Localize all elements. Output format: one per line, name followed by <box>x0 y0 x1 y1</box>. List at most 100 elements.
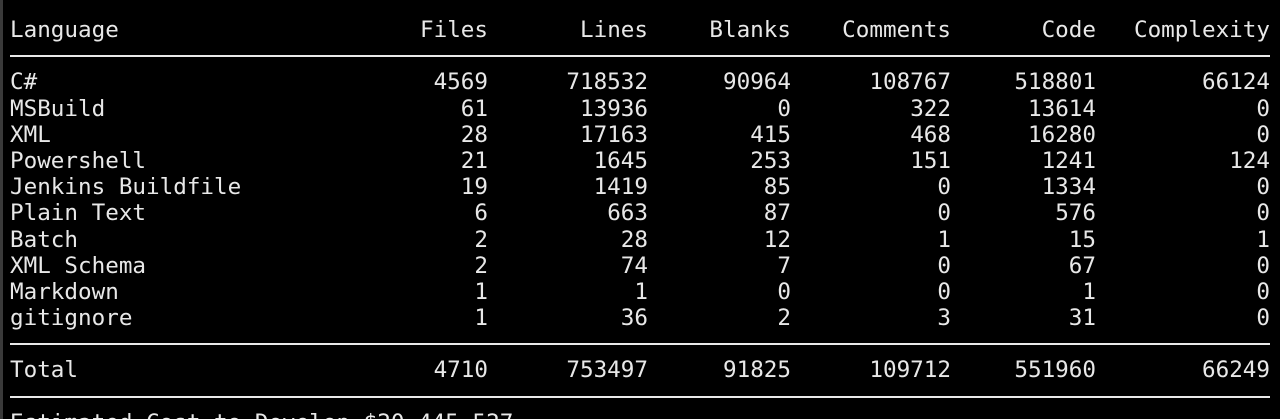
cell-language: C# <box>10 69 38 96</box>
cell-language: Plain Text <box>10 200 147 227</box>
cell-language: Markdown <box>10 278 119 305</box>
cell-language: Powershell <box>10 147 147 174</box>
cell-complexity: 0 <box>1256 95 1270 122</box>
cell-lines: 1 <box>634 278 648 305</box>
cell-language: gitignore <box>10 305 133 332</box>
total-complexity: 66249 <box>1201 357 1270 384</box>
cell-files: 2 <box>474 252 488 279</box>
table-row: XML Schema 2 74 7 0 67 0 <box>10 253 1270 279</box>
total-blanks: 91825 <box>722 357 791 384</box>
cell-files: 4569 <box>433 69 488 96</box>
table-header-row: Language Files Lines Blanks Comments Cod… <box>10 17 1270 43</box>
cell-blanks: 2 <box>777 305 791 332</box>
total-files: 4710 <box>433 357 488 384</box>
cell-lines: 28 <box>620 226 648 253</box>
cell-code: 16280 <box>1027 121 1096 148</box>
table-row: Plain Text 6 663 87 0 576 0 <box>10 200 1270 226</box>
cell-language: Jenkins Buildfile <box>10 174 242 201</box>
cell-complexity: 66124 <box>1201 69 1270 96</box>
cell-code: 576 <box>1055 200 1096 227</box>
table-row: Batch 2 28 12 1 15 1 <box>10 227 1270 253</box>
header-code: Code <box>1041 17 1096 43</box>
cell-comments: 151 <box>910 147 951 174</box>
cell-blanks: 7 <box>777 252 791 279</box>
table-row: Markdown 1 1 0 0 1 0 <box>10 279 1270 305</box>
cell-blanks: 12 <box>763 226 791 253</box>
cell-code: 1 <box>1082 278 1096 305</box>
cell-comments: 1 <box>937 226 951 253</box>
cell-blanks: 87 <box>763 200 791 227</box>
cell-lines: 17163 <box>579 121 648 148</box>
table-row: gitignore 1 36 2 3 31 0 <box>10 305 1270 331</box>
cell-blanks: 85 <box>763 174 791 201</box>
total-label: Total <box>10 357 79 384</box>
cell-language: XML <box>10 121 51 148</box>
cell-comments: 108767 <box>869 69 951 96</box>
cell-files: 1 <box>474 305 488 332</box>
cell-complexity: 124 <box>1229 147 1270 174</box>
header-files: Files <box>419 17 488 43</box>
header-language: Language <box>10 17 119 43</box>
cell-files: 19 <box>460 174 488 201</box>
cell-code: 15 <box>1068 226 1096 253</box>
table-row: Jenkins Buildfile 19 1419 85 0 1334 0 <box>10 174 1270 200</box>
cell-comments: 468 <box>910 121 951 148</box>
cell-complexity: 0 <box>1256 174 1270 201</box>
cell-blanks: 253 <box>750 147 791 174</box>
cell-blanks: 90964 <box>722 69 791 96</box>
cell-files: 2 <box>474 226 488 253</box>
total-comments: 109712 <box>869 357 951 384</box>
cell-files: 21 <box>460 147 488 174</box>
cell-complexity: 0 <box>1256 305 1270 332</box>
separator-line <box>10 384 1270 410</box>
total-code: 551960 <box>1014 357 1096 384</box>
cell-blanks: 415 <box>750 121 791 148</box>
total-row: Total 4710 753497 91825 109712 551960 66… <box>10 357 1270 383</box>
cell-files: 28 <box>460 121 488 148</box>
header-lines: Lines <box>579 17 648 43</box>
cell-files: 6 <box>474 200 488 227</box>
cell-files: 1 <box>474 278 488 305</box>
cell-complexity: 0 <box>1256 278 1270 305</box>
cell-language: MSBuild <box>10 95 106 122</box>
cell-code: 518801 <box>1014 69 1096 96</box>
table-row: XML 28 17163 415 468 16280 0 <box>10 122 1270 148</box>
cell-language: XML Schema <box>10 252 147 279</box>
header-comments: Comments <box>842 17 951 43</box>
cell-lines: 1419 <box>593 174 648 201</box>
table-row: MSBuild 61 13936 0 322 13614 0 <box>10 96 1270 122</box>
cell-lines: 718532 <box>566 69 648 96</box>
cell-code: 1334 <box>1041 174 1096 201</box>
cell-blanks: 0 <box>777 278 791 305</box>
cell-lines: 74 <box>620 252 648 279</box>
cell-complexity: 0 <box>1256 200 1270 227</box>
table-row: C# 4569 718532 90964 108767 518801 66124 <box>10 69 1270 95</box>
cell-complexity: 0 <box>1256 121 1270 148</box>
cell-comments: 0 <box>937 252 951 279</box>
separator-line <box>10 43 1270 69</box>
cell-complexity: 0 <box>1256 252 1270 279</box>
cell-comments: 0 <box>937 174 951 201</box>
cell-lines: 36 <box>620 305 648 332</box>
cell-lines: 663 <box>607 200 648 227</box>
table-row: Powershell 21 1645 253 151 1241 124 <box>10 148 1270 174</box>
terminal-window: Language Files Lines Blanks Comments Cod… <box>0 0 1280 419</box>
cell-lines: 1645 <box>593 147 648 174</box>
cell-code: 31 <box>1068 305 1096 332</box>
cell-lines: 13936 <box>579 95 648 122</box>
cell-code: 67 <box>1068 252 1096 279</box>
cell-comments: 0 <box>937 278 951 305</box>
cell-files: 61 <box>460 95 488 122</box>
cell-code: 1241 <box>1041 147 1096 174</box>
cell-comments: 0 <box>937 200 951 227</box>
cell-comments: 3 <box>937 305 951 332</box>
window-left-edge <box>0 0 3 419</box>
terminal-output: Language Files Lines Blanks Comments Cod… <box>10 17 1270 419</box>
cell-blanks: 0 <box>777 95 791 122</box>
cell-complexity: 1 <box>1256 226 1270 253</box>
header-blanks: Blanks <box>709 17 791 43</box>
estimated-cost-line: Estimated Cost to Develop $20,445,527 <box>10 410 1270 419</box>
cell-comments: 322 <box>910 95 951 122</box>
total-lines: 753497 <box>566 357 648 384</box>
cell-language: Batch <box>10 226 79 253</box>
